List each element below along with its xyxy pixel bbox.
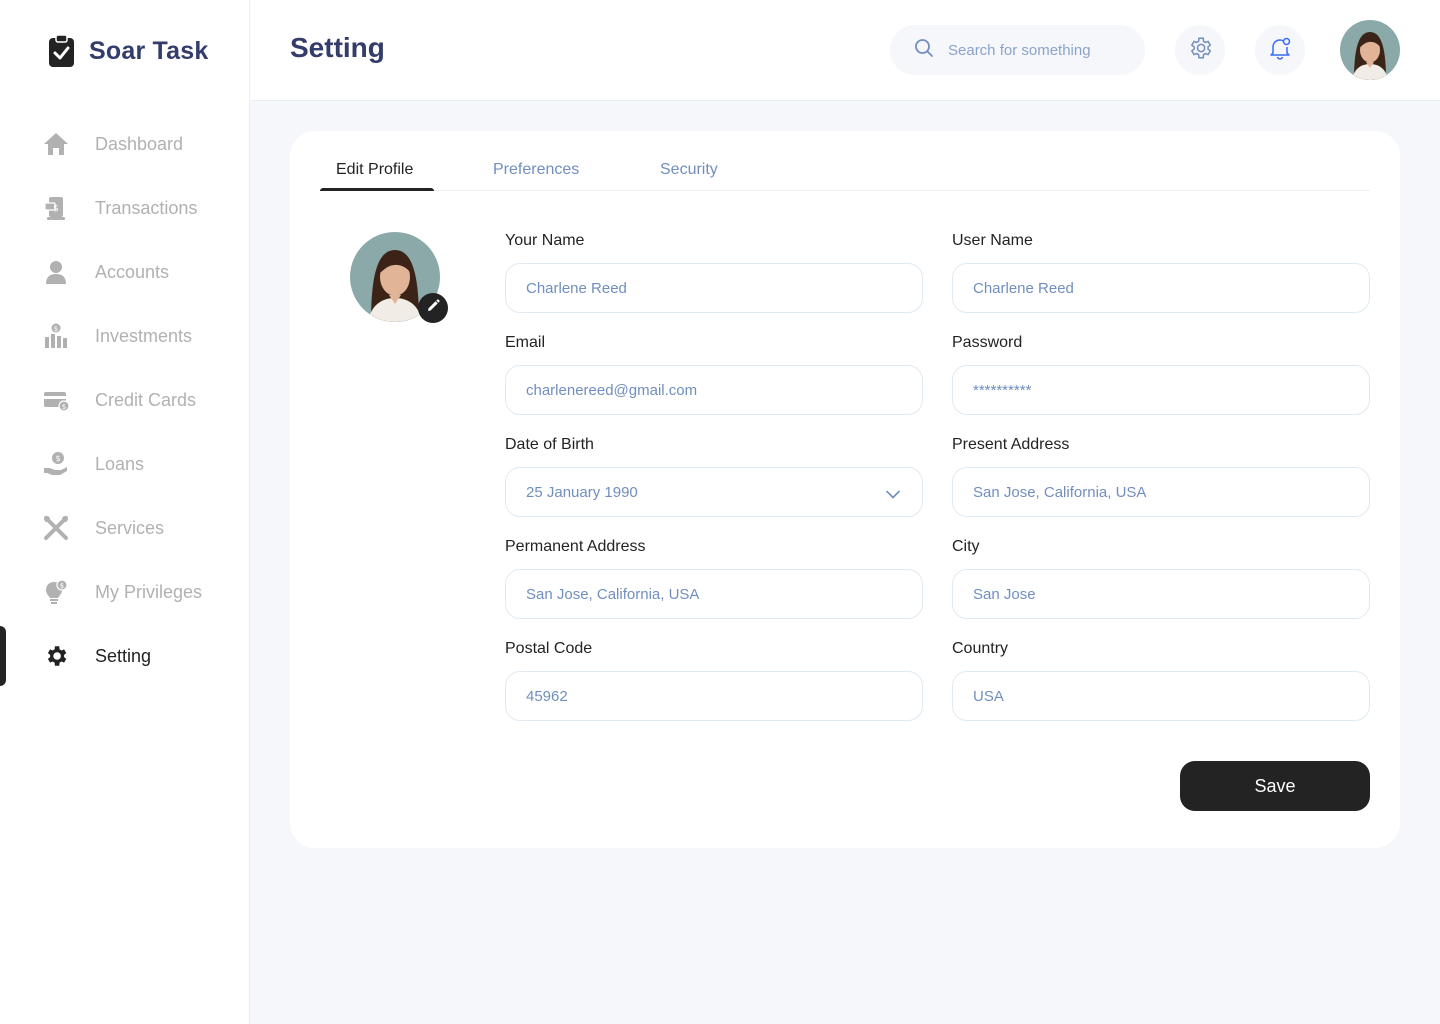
field-label: User Name bbox=[952, 232, 1033, 249]
transfer-icon: $ bbox=[42, 194, 70, 222]
active-tab-indicator bbox=[320, 188, 434, 191]
sidebar-item-label: Setting bbox=[95, 645, 152, 666]
brand[interactable]: Soar Task bbox=[48, 34, 208, 68]
edit-picture-button[interactable] bbox=[418, 293, 448, 323]
password-field: Password ********** bbox=[952, 334, 1370, 415]
postal-code-field: Postal Code 45962 bbox=[505, 640, 923, 721]
sidebar-item-transactions[interactable]: $ Transactions bbox=[0, 176, 250, 240]
svg-text:$: $ bbox=[60, 582, 64, 590]
loan-icon: $ bbox=[42, 450, 70, 478]
field-label: Present Address bbox=[952, 436, 1070, 453]
date-of-birth-select[interactable]: 25 January 1990 bbox=[505, 467, 923, 517]
your-name-field: Your Name Charlene Reed bbox=[505, 232, 923, 313]
search-input[interactable] bbox=[948, 41, 1118, 59]
field-label: Permanent Address bbox=[505, 538, 646, 555]
top-header: Setting bbox=[250, 0, 1440, 101]
save-button[interactable]: Save bbox=[1180, 761, 1370, 811]
credit-card-icon: $ bbox=[42, 386, 70, 414]
sidebar-item-investments[interactable]: $ Investments bbox=[0, 304, 250, 368]
city-field: City San Jose bbox=[952, 538, 1370, 619]
svg-text:$: $ bbox=[55, 454, 60, 463]
sidebar-item-loans[interactable]: $ Loans bbox=[0, 432, 250, 496]
pencil-icon bbox=[426, 298, 440, 318]
user-icon bbox=[42, 258, 70, 286]
bell-icon bbox=[1267, 35, 1293, 66]
permanent-address-field: Permanent Address San Jose, California, … bbox=[505, 538, 923, 619]
brand-name: Soar Task bbox=[89, 36, 209, 65]
chevron-down-icon bbox=[886, 486, 900, 503]
svg-text:$: $ bbox=[62, 403, 66, 411]
your-name-input[interactable]: Charlene Reed bbox=[505, 263, 923, 313]
settings-card: Edit Profile Preferences Security Your N… bbox=[290, 131, 1400, 848]
home-icon bbox=[42, 130, 70, 158]
sidebar-item-label: Investments bbox=[95, 325, 193, 346]
email-input[interactable]: charlenereed@gmail.com bbox=[505, 365, 923, 415]
sidebar-item-my-privileges[interactable]: $ My Privileges bbox=[0, 560, 250, 624]
country-field: Country USA bbox=[952, 640, 1370, 721]
clipboard-check-icon bbox=[48, 34, 75, 68]
sidebar-nav: Dashboard $ Transactions Accounts $ Inve… bbox=[0, 112, 250, 688]
present-address-field: Present Address San Jose, California, US… bbox=[952, 436, 1370, 517]
user-name-input[interactable]: Charlene Reed bbox=[952, 263, 1370, 313]
date-of-birth-field: Date of Birth 25 January 1990 bbox=[505, 436, 923, 517]
country-input[interactable]: USA bbox=[952, 671, 1370, 721]
permanent-address-input[interactable]: San Jose, California, USA bbox=[505, 569, 923, 619]
postal-code-input[interactable]: 45962 bbox=[505, 671, 923, 721]
notifications-button[interactable] bbox=[1255, 25, 1305, 75]
field-label: City bbox=[952, 538, 980, 555]
investment-icon: $ bbox=[42, 322, 70, 350]
settings-button[interactable] bbox=[1175, 25, 1225, 75]
present-address-input[interactable]: San Jose, California, USA bbox=[952, 467, 1370, 517]
privileges-icon: $ bbox=[42, 578, 70, 606]
svg-text:$: $ bbox=[54, 325, 58, 333]
tab-edit-profile[interactable]: Edit Profile bbox=[336, 161, 413, 191]
avatar[interactable] bbox=[1340, 20, 1400, 80]
settings-tabs: Edit Profile Preferences Security bbox=[320, 161, 1370, 191]
sidebar-item-label: Credit Cards bbox=[95, 389, 197, 410]
sidebar-item-dashboard[interactable]: Dashboard bbox=[0, 112, 250, 176]
sidebar-item-label: Dashboard bbox=[95, 133, 184, 154]
tab-security[interactable]: Security bbox=[660, 161, 718, 191]
date-of-birth-value: 25 January 1990 bbox=[526, 483, 638, 501]
gear-icon bbox=[42, 642, 70, 670]
sidebar-item-label: Transactions bbox=[95, 197, 198, 218]
sidebar-item-label: Accounts bbox=[95, 261, 170, 282]
password-input[interactable]: ********** bbox=[952, 365, 1370, 415]
gear-icon bbox=[1187, 35, 1213, 66]
sidebar-item-label: My Privileges bbox=[95, 581, 203, 602]
field-label: Your Name bbox=[505, 232, 585, 249]
sidebar-item-setting[interactable]: Setting bbox=[0, 624, 250, 688]
city-input[interactable]: San Jose bbox=[952, 569, 1370, 619]
field-label: Password bbox=[952, 334, 1023, 351]
search-bar[interactable] bbox=[890, 25, 1145, 75]
active-indicator bbox=[0, 626, 6, 686]
search-icon bbox=[914, 38, 934, 63]
sidebar-item-credit-cards[interactable]: $ Credit Cards bbox=[0, 368, 250, 432]
services-icon bbox=[42, 514, 70, 542]
svg-text:$: $ bbox=[53, 204, 59, 214]
sidebar-item-label: Services bbox=[95, 517, 165, 538]
sidebar-item-accounts[interactable]: Accounts bbox=[0, 240, 250, 304]
sidebar-item-label: Loans bbox=[95, 453, 145, 474]
sidebar: Soar Task Dashboard $ Transactions Accou… bbox=[0, 0, 250, 1024]
tab-preferences[interactable]: Preferences bbox=[493, 161, 579, 191]
email-field: Email charlenereed@gmail.com bbox=[505, 334, 923, 415]
sidebar-item-services[interactable]: Services bbox=[0, 496, 250, 560]
field-label: Country bbox=[952, 640, 1009, 657]
page-title: Setting bbox=[290, 32, 385, 63]
field-label: Email bbox=[505, 334, 546, 351]
user-name-field: User Name Charlene Reed bbox=[952, 232, 1370, 313]
field-label: Postal Code bbox=[505, 640, 593, 657]
field-label: Date of Birth bbox=[505, 436, 594, 453]
